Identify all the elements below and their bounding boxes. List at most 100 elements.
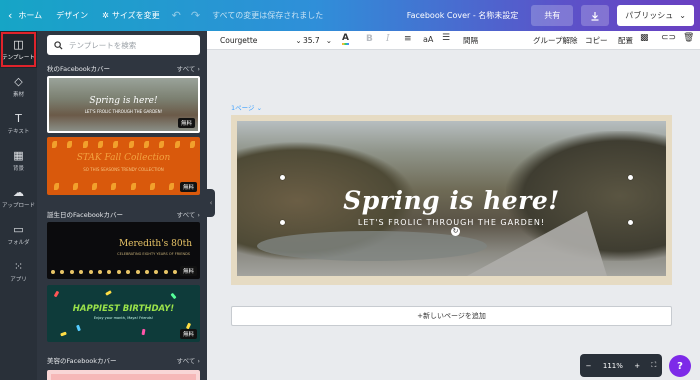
zoom-out-button[interactable]: − [586, 362, 592, 370]
page-label[interactable]: 1ページ ⌄ [231, 102, 262, 112]
shapes-icon: ◇ [14, 74, 23, 88]
zoom-control: − 111% + ⛶ [580, 354, 662, 377]
resize-handle[interactable] [628, 175, 633, 180]
rail-label-upload: アップロード [1, 202, 35, 209]
search-icon [54, 40, 63, 50]
spacing-button[interactable]: 間隔 [463, 35, 478, 46]
transparency-icon[interactable]: ▩ [640, 33, 649, 43]
rail-item-text[interactable]: T テキスト [0, 105, 37, 142]
page-label-text: 1ページ [231, 104, 255, 112]
publish-button[interactable]: パブリッシュ ⌄ [617, 5, 694, 26]
copy-button[interactable]: コピー [585, 35, 608, 46]
redo-icon[interactable]: ↷ [186, 0, 205, 31]
home-button[interactable]: ‹ ホーム [0, 0, 49, 31]
ungroup-button[interactable]: グループ解除 [533, 35, 578, 46]
template-thumbnail[interactable] [47, 370, 200, 380]
save-status: すべての変更は保存されました [212, 11, 324, 20]
arrange-button[interactable]: 配置 [618, 35, 633, 46]
section-header-beauty: 美容のFacebookカバー すべて › [47, 355, 200, 365]
download-button[interactable] [581, 5, 610, 26]
template-thumbnail[interactable]: Spring is here! LET'S FROLIC THROUGH THE… [47, 76, 200, 133]
thumbnail-subtitle: Enjoy your month, Maya! Friends! [93, 316, 154, 320]
zoom-level[interactable]: 111% [603, 362, 623, 370]
rotate-handle-icon[interactable]: ↻ [451, 227, 460, 236]
design-page[interactable]: Spring is here! LET'S FROLIC THROUGH THE… [231, 115, 672, 285]
thumbnail-title: STAK Fall Collection [76, 153, 171, 163]
letter-case-icon[interactable]: aA [423, 35, 433, 44]
text-color-button[interactable]: A [342, 33, 349, 45]
cover-photo[interactable]: Spring is here! LET'S FROLIC THROUGH THE… [237, 121, 666, 276]
font-size-select[interactable]: 35.7 ⌄ [303, 36, 332, 45]
resize-handle[interactable] [280, 220, 285, 225]
publish-label: パブリッシュ [625, 11, 674, 20]
collapse-panel-button[interactable]: ‹ [207, 189, 215, 217]
see-all-link[interactable]: すべて › [177, 209, 200, 219]
rail-item-folder[interactable]: ▭ フォルダ [0, 216, 37, 253]
section-header-autumn: 秋のFacebookカバー すべて › [47, 63, 200, 73]
design-menu[interactable]: デザイン [49, 0, 95, 31]
free-badge: 無料 [179, 266, 197, 276]
home-label: ホーム [18, 11, 43, 20]
fullscreen-icon[interactable]: ⛶ [651, 361, 656, 370]
chevron-left-icon: ‹ [8, 9, 13, 22]
font-family-select[interactable]: Courgette ⌄ [220, 36, 302, 45]
search-placeholder: テンプレートを検索 [69, 40, 137, 50]
rail-label-apps: アプリ [10, 276, 27, 283]
section-title: 秋のFacebookカバー [47, 65, 111, 73]
templates-panel: テンプレートを検索 秋のFacebookカバー すべて › Spring is … [37, 31, 207, 380]
text-color-icon: A [342, 33, 349, 45]
help-button[interactable]: ? [669, 355, 691, 377]
document-title[interactable]: Facebook Cover - 名称未設定 [400, 0, 526, 31]
rail-item-apps[interactable]: ⁙ アプリ [0, 253, 37, 290]
undo-icon[interactable]: ↶ [167, 0, 186, 31]
rail-label-text: テキスト [7, 128, 30, 135]
left-rail: ◫ テンプレート ◇ 素材 T テキスト ▦ 背景 ☁ アップロード ▭ フォル… [0, 31, 37, 380]
italic-icon[interactable]: I [386, 34, 390, 44]
leaf-decoration [47, 183, 200, 191]
font-size-value: 35.7 [303, 35, 320, 45]
section-title: 誕生日のFacebookカバー [47, 211, 124, 219]
sparkle-icon: ✲ [102, 11, 109, 20]
resize-handle[interactable] [628, 220, 633, 225]
chevron-down-icon: ⌄ [295, 35, 302, 45]
free-badge: 無料 [177, 118, 195, 128]
link-icon[interactable]: ⊂⊃ [661, 33, 676, 43]
background-icon: ▦ [13, 148, 24, 162]
bold-icon[interactable]: B [366, 34, 373, 44]
see-all-link[interactable]: すべて › [177, 63, 200, 73]
rail-label-background: 背景 [12, 165, 24, 172]
selection-box [280, 175, 633, 225]
zoom-in-button[interactable]: + [634, 362, 640, 370]
templates-icon: ◫ [13, 37, 24, 51]
template-thumbnail[interactable]: HAPPIEST BIRTHDAY! Enjoy your month, May… [47, 285, 200, 342]
thumbnail-title: HAPPIEST BIRTHDAY! [72, 304, 175, 314]
see-all-link[interactable]: すべて › [177, 355, 200, 365]
rail-item-templates[interactable]: ◫ テンプレート [0, 31, 37, 68]
thumbnail-title: Spring is here! [89, 96, 158, 106]
apps-grid-icon: ⁙ [13, 259, 24, 273]
rail-item-upload[interactable]: ☁ アップロード [0, 179, 37, 216]
chevron-down-icon: ⌄ [325, 35, 332, 45]
resize-button[interactable]: ✲ サイズを変更 [95, 0, 166, 31]
text-icon: T [15, 111, 22, 125]
trash-icon[interactable]: 🗑 [683, 33, 694, 43]
template-thumbnail[interactable]: Meredith's 80th CELEBRATING EIGHTY YEARS… [47, 222, 200, 279]
font-name: Courgette [220, 35, 258, 45]
chevron-down-icon: ⌄ [679, 11, 686, 20]
rail-item-background[interactable]: ▦ 背景 [0, 142, 37, 179]
add-page-button[interactable]: +新しいページを追加 [231, 306, 672, 326]
folder-icon: ▭ [13, 222, 24, 236]
free-badge: 無料 [179, 329, 197, 339]
template-thumbnail[interactable]: STAK Fall Collection SO THIS SEASONS TRE… [47, 137, 200, 195]
align-center-icon[interactable]: ≡ [404, 34, 412, 44]
section-title: 美容のFacebookカバー [47, 357, 117, 365]
rail-item-elements[interactable]: ◇ 素材 [0, 68, 37, 105]
cloud-upload-icon: ☁ [13, 185, 24, 199]
list-icon[interactable]: ☰ [442, 33, 450, 43]
text-toolbar: Courgette ⌄ 35.7 ⌄ A B I ≡ aA ☰ 間隔 グループ解… [207, 31, 700, 50]
dot-decoration [51, 270, 196, 274]
leaf-decoration [47, 141, 200, 149]
share-button[interactable]: 共有 [531, 5, 574, 26]
resize-handle[interactable] [280, 175, 285, 180]
template-search-input[interactable]: テンプレートを検索 [47, 35, 200, 55]
